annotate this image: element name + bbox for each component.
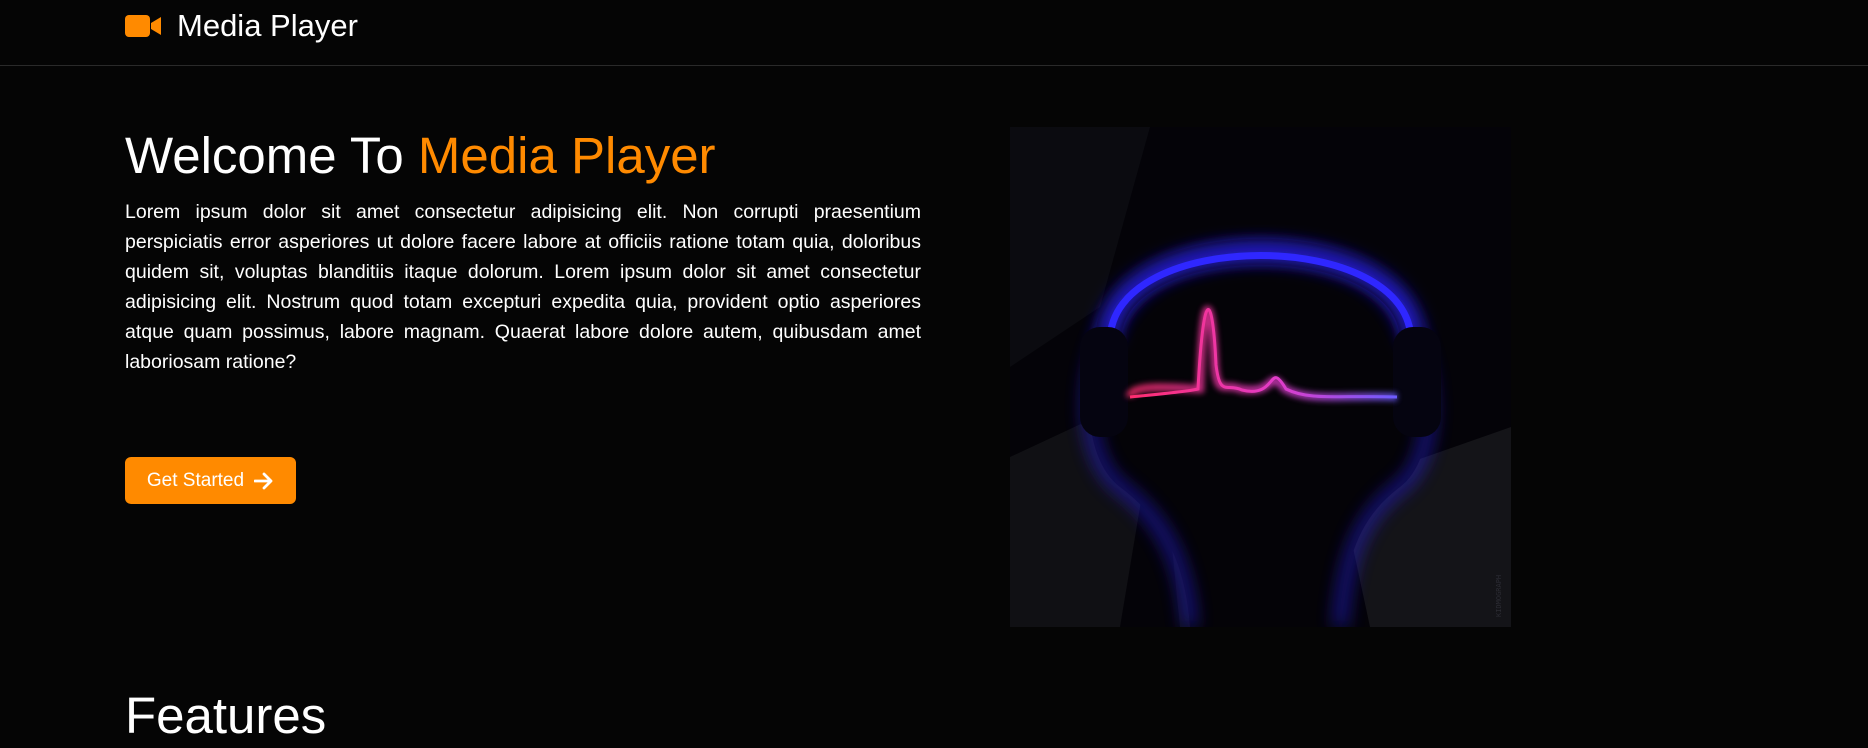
brand-label: Media Player (177, 8, 358, 43)
hero-description: Lorem ipsum dolor sit amet consectetur a… (125, 201, 921, 373)
get-started-label: Get Started (146, 469, 245, 491)
brand-link[interactable]: Media Player (125, 6, 358, 46)
navbar: Media Player (0, 0, 1868, 66)
hero-illustration: KIDMOGRAPH (1010, 127, 1511, 627)
svg-text:KIDMOGRAPH: KIDMOGRAPH (1495, 575, 1503, 617)
arrow-right-icon (254, 472, 273, 489)
video-camera-icon (125, 15, 161, 37)
hero-title-prefix: Welcome To (125, 127, 418, 184)
hero-title: Welcome To Media Player (125, 124, 716, 188)
headphones-heartbeat-illustration: KIDMOGRAPH (1010, 127, 1511, 627)
features-heading: Features (125, 687, 327, 744)
hero-title-accent: Media Player (417, 127, 716, 184)
watermark: KIDMOGRAPH (1495, 575, 1503, 617)
get-started-button[interactable]: Get Started (125, 457, 296, 504)
